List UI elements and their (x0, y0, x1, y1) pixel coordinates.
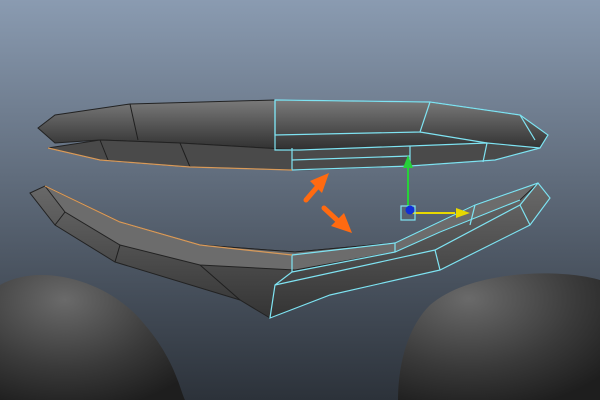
upper-lip-mesh[interactable] (37, 99, 549, 171)
3d-viewport[interactable] (0, 0, 600, 400)
scene-canvas[interactable] (0, 0, 600, 400)
manipulator-z-handle-icon[interactable] (405, 205, 415, 215)
